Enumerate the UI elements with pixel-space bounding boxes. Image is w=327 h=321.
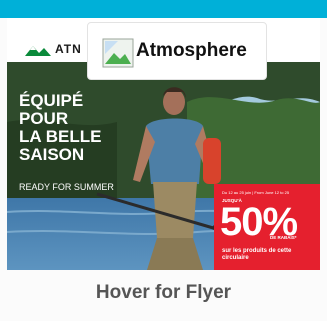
flyer-card[interactable]: ATN ÉQUIPÉ POUR LA BELLE SAISON READY FO… (0, 0, 327, 321)
brand-text: ATN (55, 42, 82, 56)
broken-image-icon (102, 38, 134, 68)
atmosphere-image-placeholder[interactable]: Atmosphere (87, 22, 267, 80)
promo-description: sur les produits de cette circulaire (222, 248, 292, 261)
promo-badge: Du 12 au 25 juin | From June 12 to 25 JU… (214, 184, 320, 270)
headline-line: SAISON (19, 145, 85, 164)
image-alt-text: Atmosphere (136, 40, 247, 61)
promo-dates: Du 12 au 25 juin | From June 12 to 25 (222, 190, 290, 195)
flyer-headline: ÉQUIPÉ POUR LA BELLE SAISON (19, 92, 139, 164)
hover-for-flyer-caption[interactable]: Hover for Flyer (0, 282, 327, 304)
flyer-image[interactable]: ATN ÉQUIPÉ POUR LA BELLE SAISON READY FO… (7, 18, 320, 270)
flyer-photo: ÉQUIPÉ POUR LA BELLE SAISON READY FOR SU… (7, 62, 320, 270)
flyer-subhead: READY FOR SUMMER (19, 182, 114, 192)
headline-line: LA BELLE (19, 127, 102, 146)
headline-line: POUR (19, 109, 69, 128)
headline-line: ÉQUIPÉ (19, 91, 84, 110)
promo-off-label: DE RABAIS* (270, 235, 297, 240)
accent-bar (0, 0, 327, 18)
